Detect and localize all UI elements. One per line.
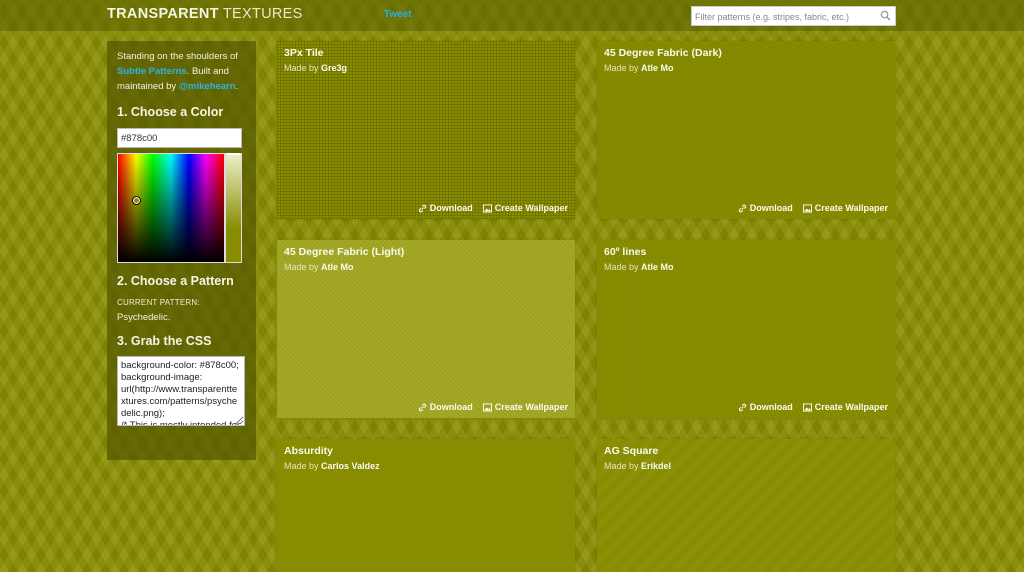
- pattern-card[interactable]: 60º lines Made by Atle Mo Download Creat…: [597, 240, 895, 418]
- image-icon: [802, 402, 812, 412]
- link-icon: [738, 204, 746, 212]
- author-link[interactable]: @mikehearn: [179, 81, 236, 92]
- link-icon: [418, 204, 426, 212]
- pattern-card[interactable]: 45 Degree Fabric (Light) Made by Atle Mo…: [277, 240, 575, 418]
- subtle-patterns-link[interactable]: Subtle Patterns: [117, 66, 187, 77]
- current-pattern-value: Psychedelic.: [117, 312, 171, 323]
- pattern-card[interactable]: AG Square Made by Erikdel: [597, 439, 895, 572]
- author-name[interactable]: Erikdel: [641, 461, 671, 471]
- current-pattern-label: CURRENT PATTERN:: [117, 298, 200, 307]
- step-3-heading: 3. Grab the CSS: [117, 334, 212, 348]
- css-output[interactable]: background-color: #878c00; background-im…: [117, 356, 245, 426]
- create-wallpaper-button[interactable]: Create Wallpaper: [482, 203, 568, 213]
- pattern-author: Made by Carlos Valdez: [284, 461, 380, 471]
- site-logo[interactable]: TRANSPARENT TEXTURES: [107, 6, 303, 22]
- pattern-author: Made by Gre3g: [284, 63, 348, 73]
- pattern-author: Made by Erikdel: [604, 461, 672, 471]
- lightness-handle[interactable]: [227, 153, 240, 155]
- download-button[interactable]: Download: [418, 402, 473, 412]
- pattern-title: Absurdity: [284, 445, 334, 457]
- pattern-preview: [597, 439, 895, 572]
- author-name[interactable]: Atle Mo: [641, 262, 674, 272]
- intro-suffix: .: [235, 81, 239, 92]
- pattern-card[interactable]: 45 Degree Fabric (Dark) Made by Atle Mo …: [597, 41, 895, 219]
- author-name[interactable]: Atle Mo: [641, 63, 674, 73]
- step-1-heading: 1. Choose a Color: [117, 105, 224, 119]
- search-icon[interactable]: [880, 10, 891, 21]
- pattern-title: 45 Degree Fabric (Light): [284, 246, 405, 258]
- create-wallpaper-button[interactable]: Create Wallpaper: [482, 402, 568, 412]
- pattern-preview: [277, 439, 575, 572]
- image-icon: [482, 203, 492, 213]
- card-actions: Download Create Wallpaper: [418, 402, 568, 412]
- tweet-button[interactable]: Tweet: [384, 9, 412, 20]
- intro-prefix: Standing on the shoulders of: [117, 51, 238, 62]
- sidebar: Standing on the shoulders of Subtle Patt…: [107, 41, 256, 460]
- lightness-slider[interactable]: [225, 153, 242, 263]
- link-icon: [418, 403, 426, 411]
- logo-bold-text: TRANSPARENT: [107, 6, 219, 22]
- search-box: [691, 6, 896, 26]
- top-bar: TRANSPARENT TEXTURES Tweet: [0, 0, 1024, 31]
- author-name[interactable]: Gre3g: [321, 63, 347, 73]
- create-wallpaper-button[interactable]: Create Wallpaper: [802, 203, 888, 213]
- download-button[interactable]: Download: [738, 402, 793, 412]
- link-icon: [738, 403, 746, 411]
- pattern-title: 3Px Tile: [284, 47, 324, 59]
- image-icon: [802, 203, 812, 213]
- intro-text: Standing on the shoulders of Subtle Patt…: [117, 49, 246, 94]
- pattern-title: 60º lines: [604, 246, 647, 258]
- pattern-card[interactable]: Absurdity Made by Carlos Valdez: [277, 439, 575, 572]
- search-input[interactable]: [692, 8, 872, 26]
- author-name[interactable]: Carlos Valdez: [321, 461, 380, 471]
- card-actions: Download Create Wallpaper: [738, 203, 888, 213]
- download-button[interactable]: Download: [418, 203, 473, 213]
- image-icon: [482, 402, 492, 412]
- download-button[interactable]: Download: [738, 203, 793, 213]
- author-name[interactable]: Atle Mo: [321, 262, 354, 272]
- pattern-title: AG Square: [604, 445, 659, 457]
- pattern-author: Made by Atle Mo: [604, 262, 674, 272]
- pattern-author: Made by Atle Mo: [284, 262, 354, 272]
- saturation-field[interactable]: [117, 153, 225, 263]
- color-picker[interactable]: [117, 153, 242, 263]
- color-input[interactable]: [117, 128, 242, 148]
- pattern-author: Made by Atle Mo: [604, 63, 674, 73]
- logo-thin-text: TEXTURES: [218, 6, 303, 22]
- pattern-card[interactable]: 3Px Tile Made by Gre3g Download Create W…: [277, 41, 575, 219]
- card-actions: Download Create Wallpaper: [418, 203, 568, 213]
- saturation-handle[interactable]: [132, 196, 141, 205]
- create-wallpaper-button[interactable]: Create Wallpaper: [802, 402, 888, 412]
- step-2-heading: 2. Choose a Pattern: [117, 274, 234, 288]
- card-actions: Download Create Wallpaper: [738, 402, 888, 412]
- pattern-title: 45 Degree Fabric (Dark): [604, 47, 722, 59]
